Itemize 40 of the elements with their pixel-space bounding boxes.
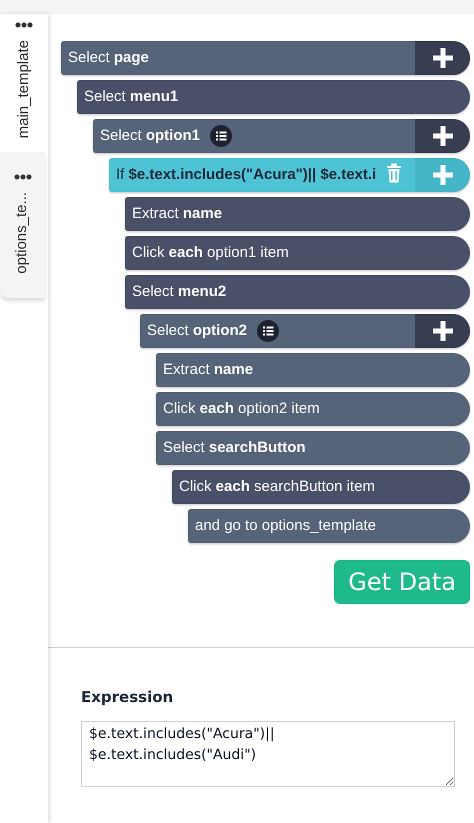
step-text: Select searchButton: [162, 438, 306, 458]
step-text: Select menu2: [131, 282, 226, 302]
step-row[interactable]: and go to options_template: [188, 509, 470, 543]
plus-icon: [432, 126, 452, 146]
step-row[interactable]: Extract name: [156, 353, 470, 387]
step-row[interactable]: Select page: [61, 41, 470, 75]
step-row[interactable]: Select searchButton: [156, 431, 470, 465]
template-tab[interactable]: main_template: [0, 14, 48, 152]
step-text: Extract name: [131, 204, 222, 224]
expression-label: Expression: [81, 687, 174, 708]
list-icon[interactable]: [257, 320, 280, 342]
plus-icon: [432, 48, 452, 68]
step-text: Select menu1: [83, 86, 178, 107]
plus-icon: [432, 165, 452, 185]
add-button[interactable]: [415, 41, 470, 75]
list-icon[interactable]: [210, 125, 232, 147]
more-icon[interactable]: [14, 174, 32, 180]
step-row[interactable]: Select menu1: [77, 80, 470, 114]
step-row[interactable]: Select option2: [140, 314, 470, 348]
step-text: Select option2: [146, 320, 248, 341]
step-row[interactable]: Click each searchButton item: [172, 470, 470, 504]
step-row[interactable]: Select option1: [93, 119, 470, 153]
step-text: Select page: [67, 48, 149, 68]
step-text: and go to options_template: [194, 516, 376, 536]
step-row[interactable]: Click each option2 item: [156, 392, 470, 426]
step-row[interactable]: Extract name: [125, 197, 470, 231]
step-row[interactable]: Click each option1 item: [125, 236, 470, 270]
plus-icon: [432, 321, 452, 341]
add-button[interactable]: [415, 314, 470, 348]
expression-field[interactable]: $e.text.includes("Acura")|| $e.text.includes("Audi"): [81, 720, 455, 786]
step-text: Click each option1 item: [131, 242, 289, 263]
step-text: Extract name: [162, 360, 254, 380]
step-text: If $e.text.includes("Acura")|| $e.text.i: [115, 164, 376, 185]
step-text: Select option1: [99, 126, 200, 146]
more-icon[interactable]: [15, 22, 33, 28]
step-row[interactable]: Select menu2: [125, 275, 470, 309]
step-text: Click each option2 item: [162, 398, 320, 419]
template-tab[interactable]: options_te...: [0, 152, 45, 298]
add-button[interactable]: [415, 119, 470, 153]
step-text: Click each searchButton item: [178, 476, 375, 497]
